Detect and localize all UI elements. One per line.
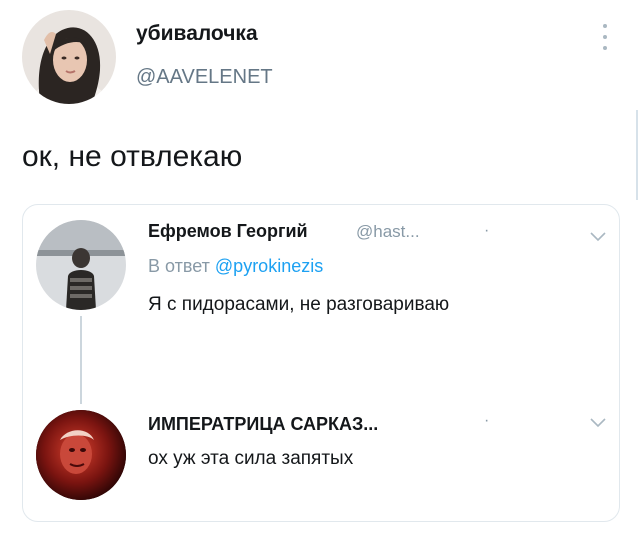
quoted-author-handle[interactable]: @hast... bbox=[356, 222, 420, 242]
author-avatar-image bbox=[22, 10, 116, 104]
second-author-avatar[interactable] bbox=[36, 410, 126, 500]
reply-mention-link[interactable]: @pyrokinezis bbox=[215, 256, 323, 276]
author-avatar[interactable] bbox=[22, 10, 116, 104]
reply-context: В ответ @pyrokinezis bbox=[148, 256, 323, 277]
separator-dot: · bbox=[484, 412, 490, 429]
quoted-author-avatar-image bbox=[36, 220, 126, 310]
second-author-name[interactable]: ИМПЕРАТРИЦА САРКАЗ... bbox=[148, 414, 378, 435]
more-dot bbox=[603, 35, 607, 39]
author-handle[interactable]: @AAVELENET bbox=[136, 66, 273, 89]
more-vertical-icon[interactable] bbox=[598, 24, 612, 50]
more-dot bbox=[603, 46, 607, 50]
quoted-author-name[interactable]: Ефремов Георгий bbox=[148, 221, 308, 242]
scrollbar[interactable] bbox=[636, 110, 638, 200]
quoted-tweet-text: Я с пидорасами, не разговариваю bbox=[148, 294, 450, 315]
thread-connector-line bbox=[80, 316, 82, 404]
chevron-down-icon[interactable] bbox=[590, 232, 606, 242]
author-name[interactable]: убивалочка bbox=[136, 22, 258, 46]
tweet: убивалочка @AAVELENET ок, не отвлекаю Еф… bbox=[0, 0, 640, 539]
tweet-text: ок, не отвлекаю bbox=[22, 140, 243, 173]
separator-dot: · bbox=[484, 222, 490, 239]
more-dot bbox=[603, 24, 607, 28]
chevron-down-icon[interactable] bbox=[590, 418, 606, 428]
second-author-avatar-image bbox=[36, 410, 126, 500]
quoted-author-avatar[interactable] bbox=[36, 220, 126, 310]
second-tweet-text: ох уж эта сила запятых bbox=[148, 448, 354, 469]
reply-prefix: В ответ bbox=[148, 256, 210, 276]
